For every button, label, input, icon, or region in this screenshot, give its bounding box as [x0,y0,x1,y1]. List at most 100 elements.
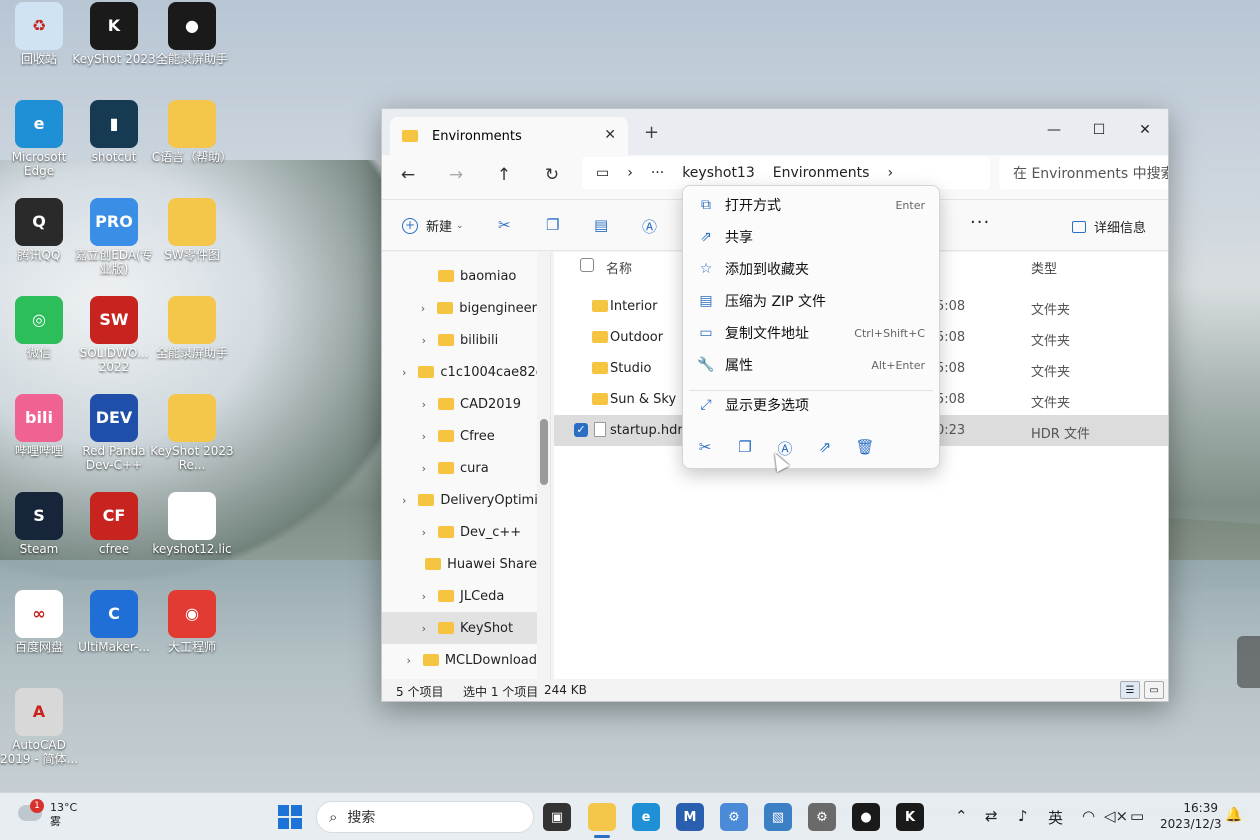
expand-chevron-icon[interactable]: › [402,494,412,507]
nav-item[interactable]: baomiao [382,260,537,292]
cut-icon[interactable]: ✂ [498,216,511,234]
menu-item[interactable]: ▭ 复制文件地址 Ctrl+Shift+C [683,318,939,348]
new-button[interactable]: + 新建 ⌄ [402,216,464,235]
nav-item[interactable]: › Dev_c++ [382,516,537,548]
nav-item[interactable]: › CAD2019 [382,388,537,420]
desktop-icon[interactable]: DEV Red Panda Dev-C++ [72,394,156,472]
column-header-name[interactable]: 名称 [606,258,632,277]
minimize-button[interactable]: — [1034,115,1074,145]
tray-app-icon[interactable]: ⇄ [985,807,998,825]
menu-copy-icon[interactable]: ❐ [735,438,755,456]
desktop-icon[interactable]: SW SOLIDWO... 2022 [72,296,156,374]
nav-item[interactable]: › cura [382,452,537,484]
desktop-icon[interactable]: K KeyShot 2023 [72,2,156,66]
desktop-icon[interactable]: ● 全能录屏助手 [150,2,234,66]
back-arrow-icon[interactable]: ← [396,165,420,185]
breadcrumb-environments[interactable]: Environments [773,165,870,181]
desktop-icon[interactable]: KeyShot 2023 Re... [150,394,234,472]
desktop-icon[interactable]: ∞ 百度网盘 [0,590,81,654]
nav-item[interactable]: › KeyShot [382,612,537,644]
expand-chevron-icon[interactable]: › [402,622,432,635]
menu-share-icon[interactable]: ⇗ [815,438,835,456]
expand-chevron-icon[interactable]: › [402,654,417,667]
desktop-icon[interactable]: SW零件图 [150,198,234,262]
expand-chevron-icon[interactable]: › [402,526,432,539]
desktop-icon[interactable]: keyshot12.lic [150,492,234,556]
notification-bell-icon[interactable]: 🔔 [1225,807,1242,823]
menu-delete-icon[interactable]: 🗑 [855,438,875,456]
nav-item[interactable]: › bilibili [382,324,537,356]
volume-muted-icon[interactable]: ◁× [1104,807,1128,825]
desktop-icon[interactable]: ♻ 回收站 [0,2,81,66]
desktop-icon[interactable]: ◉ 大工程师 [150,590,234,654]
expand-chevron-icon[interactable]: › [402,302,431,315]
desktop-icon[interactable]: 全能录屏助手 [150,296,234,360]
up-arrow-icon[interactable]: ↑ [492,165,516,185]
desktop-icon[interactable]: ◎ 微信 [0,296,81,360]
clock[interactable]: 16:39 2023/12/3 [1160,800,1222,832]
start-button[interactable] [278,805,302,829]
pc-icon[interactable]: ▭ [596,165,609,181]
title-bar[interactable]: Environments ✕ + — ☐ ✕ [382,109,1168,155]
navigation-pane[interactable]: baomiao › bigengineer › bilibili › c1c1004cae8… [382,252,537,679]
desktop-icon[interactable]: A AutoCAD 2019 - 简体... [0,688,81,766]
desktop-icon[interactable]: bili 哔哩哔哩 [0,394,81,458]
screen-recorder-taskbar-icon[interactable]: ● [852,803,880,831]
nav-item[interactable]: › MCLDownload [382,644,537,676]
close-window-button[interactable]: ✕ [1125,115,1165,145]
menu-item[interactable]: 🔧 属性 Alt+Enter [683,350,939,380]
row-checkbox[interactable]: ✓ [574,423,588,437]
show-hidden-icons-icon[interactable]: ⌃ [955,807,968,825]
settings-blue-taskbar-icon[interactable]: ⚙ [720,803,748,831]
nav-item[interactable]: › c1c1004cae82e [382,356,537,388]
search-input[interactable]: 在 Environments 中搜索 [999,157,1168,189]
desktop-icon[interactable]: e Microsoft Edge [0,100,81,178]
menu-item[interactable]: ☆ 添加到收藏夹 [683,254,939,284]
more-options-button[interactable]: ··· [970,212,990,233]
expand-chevron-icon[interactable]: › [402,430,432,443]
paste-icon[interactable]: ▤ [594,216,608,234]
side-panel-handle[interactable] [1237,636,1260,688]
copy-icon[interactable]: ❐ [546,216,559,234]
refresh-icon[interactable]: ↻ [540,165,564,185]
desktop-icon[interactable]: CF cfree [72,492,156,556]
app-taskbar-icon[interactable]: M [676,803,704,831]
nav-item[interactable]: › DeliveryOptimi [382,484,537,516]
image-app-taskbar-icon[interactable]: ▧ [764,803,792,831]
microphone-icon[interactable]: ♪ [1018,807,1028,825]
file-explorer-taskbar-icon[interactable] [588,803,616,831]
taskbar-search[interactable]: ⌕ 搜索 [316,801,534,833]
forward-arrow-icon[interactable]: → [444,165,468,185]
pane-divider[interactable] [550,252,551,679]
keyshot-taskbar-icon[interactable]: K [896,803,924,831]
menu-item[interactable]: ⤢ 显示更多选项 [683,390,939,420]
battery-icon[interactable]: ▭ [1130,807,1144,825]
tiles-view-icon[interactable]: ▭ [1144,681,1164,699]
nav-scrollbar[interactable] [540,419,548,485]
expand-chevron-icon[interactable]: › [402,398,432,411]
menu-item[interactable]: ⇗ 共享 [683,222,939,252]
tab-environments[interactable]: Environments ✕ [390,117,628,155]
nav-item[interactable]: › Cfree [382,420,537,452]
edge-taskbar-icon[interactable]: e [632,803,660,831]
desktop-icon[interactable]: C语言（帮助） [150,100,234,164]
desktop-icon[interactable]: PRO 嘉立创EDA(专业版) [72,198,156,276]
maximize-button[interactable]: ☐ [1079,115,1119,145]
menu-item[interactable]: ⧉ 打开方式 Enter [683,190,939,220]
desktop-icon[interactable]: Q 腾讯QQ [0,198,81,262]
details-view-icon[interactable]: ☰ [1120,681,1140,699]
select-all-checkbox[interactable] [580,258,594,272]
expand-chevron-icon[interactable]: › [402,590,432,603]
nav-item[interactable]: › bigengineer [382,292,537,324]
settings-taskbar-icon[interactable]: ⚙ [808,803,836,831]
nav-item[interactable]: › JLCeda [382,580,537,612]
menu-item[interactable]: ▤ 压缩为 ZIP 文件 [683,286,939,316]
breadcrumb-more[interactable]: ··· [651,165,664,181]
expand-chevron-icon[interactable]: › [402,366,412,379]
wifi-icon[interactable]: ◠ [1082,807,1095,825]
breadcrumb-keyshot13[interactable]: keyshot13 [682,165,755,181]
new-tab-button[interactable]: + [644,122,659,143]
input-language[interactable]: 英 [1048,807,1063,828]
expand-chevron-icon[interactable]: › [402,462,432,475]
desktop-icon[interactable]: ▮ shotcut [72,100,156,164]
